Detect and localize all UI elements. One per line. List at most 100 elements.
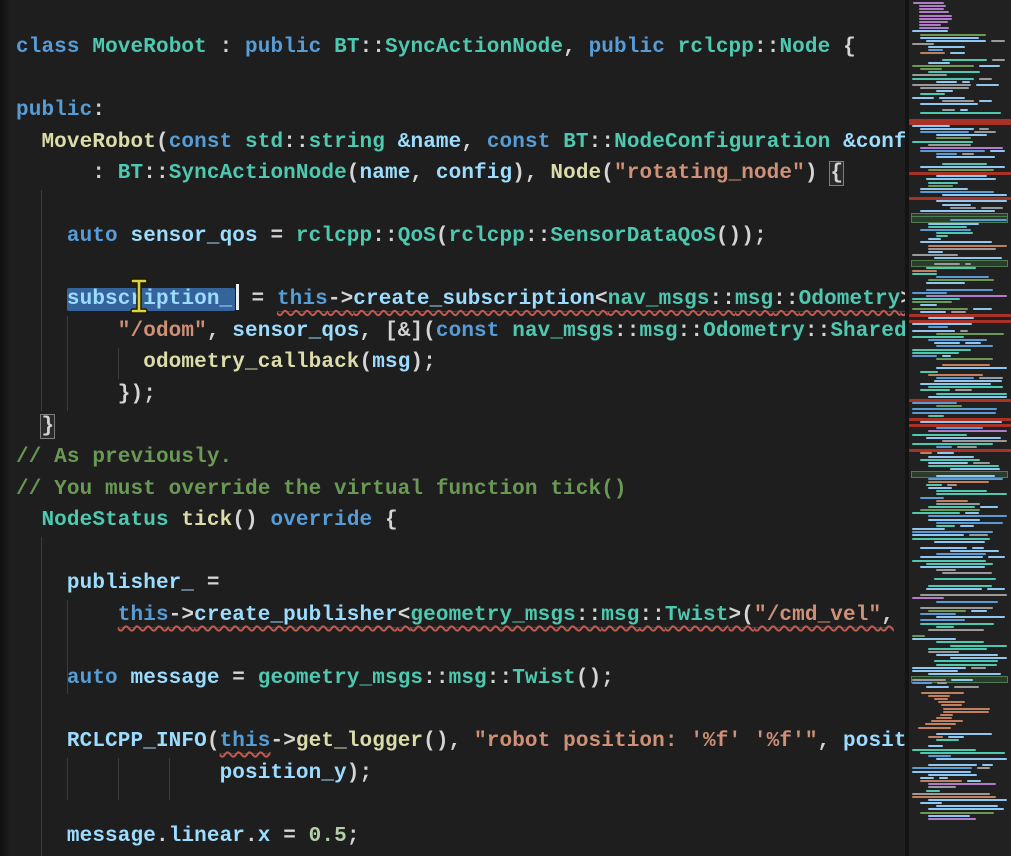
code-line[interactable]: auto message = geometry_msgs::msg::Twist… (16, 663, 905, 695)
minimap-line (913, 2, 944, 4)
code-line[interactable]: // As previously. (16, 442, 905, 474)
code-token: < (398, 604, 411, 628)
code-token: public (245, 36, 321, 59)
minimap-line (982, 764, 993, 766)
code-line[interactable]: subscription_ = this->create_subscriptio… (16, 284, 905, 316)
code-token: () (232, 509, 270, 532)
code-token: :: (805, 320, 830, 343)
minimap-line (936, 525, 955, 527)
code-line[interactable] (16, 631, 905, 663)
minimap-line (928, 651, 959, 653)
code-line[interactable] (16, 64, 905, 96)
minimap-line (912, 349, 971, 351)
code-token: message (67, 825, 156, 848)
minimap-line (920, 241, 992, 243)
code-line[interactable]: publisher_ = (16, 568, 905, 600)
code-token: -> (270, 730, 295, 753)
code-token: { (830, 162, 843, 185)
code-line[interactable]: class MoveRobot : public BT::SyncActionN… (16, 32, 905, 64)
code-line[interactable] (16, 253, 905, 285)
minimap-line (926, 282, 965, 284)
code-line[interactable]: RCLCPP_INFO(this->get_logger(), "robot p… (16, 726, 905, 758)
code-token: BT (563, 131, 588, 154)
minimap-line (926, 178, 996, 180)
minimap-line (912, 141, 973, 143)
code-token: NodeStatus (41, 509, 168, 532)
minimap-line (912, 679, 946, 681)
code-token: :: (372, 225, 397, 248)
minimap-line (934, 698, 949, 700)
code-line[interactable]: NodeStatus tick() override { (16, 505, 905, 537)
minimap-line (942, 572, 992, 574)
minimap-line (912, 412, 996, 414)
minimap-line (919, 11, 949, 13)
code-token: -> (328, 288, 353, 312)
minimap-line (934, 342, 960, 344)
minimap-line (941, 704, 961, 706)
code-token: Twist (665, 604, 729, 628)
minimap-line (920, 459, 980, 461)
code-line[interactable]: public: (16, 95, 905, 127)
code-token (16, 730, 67, 753)
code-line[interactable] (16, 537, 905, 569)
code-line[interactable] (16, 694, 905, 726)
minimap[interactable] (909, 0, 1011, 856)
minimap-line (928, 736, 943, 738)
minimap-line (928, 585, 992, 587)
code-line[interactable] (16, 190, 905, 222)
code-line[interactable]: : BT::SyncActionNode(name, config), Node… (16, 158, 905, 190)
minimap-line (928, 223, 979, 225)
minimap-line (937, 682, 947, 684)
minimap-line (962, 153, 974, 155)
code-line[interactable]: position_y); (16, 758, 905, 790)
code-line[interactable]: // You must override the virtual functio… (16, 474, 905, 506)
code-token: ( (360, 351, 373, 374)
minimap-line (936, 276, 989, 278)
code-token: position_y (220, 762, 347, 785)
minimap-line (977, 767, 989, 769)
minimap-line (919, 5, 946, 7)
code-line[interactable]: message.linear.x = 0.5; (16, 821, 905, 853)
minimap-line (990, 150, 1005, 152)
code-token: public (589, 36, 665, 59)
code-token: "rotating_node" (614, 162, 805, 185)
code-line[interactable]: this->create_publisher<geometry_msgs::ms… (16, 600, 905, 632)
code-token: public (16, 99, 92, 122)
code-token: "/odom" (118, 320, 207, 343)
minimap-line (936, 553, 986, 555)
minimap-line (912, 635, 925, 637)
code-line[interactable]: } (16, 411, 905, 443)
code-line[interactable]: MoveRobot(const std::string &name, const… (16, 127, 905, 159)
code-editor[interactable]: class MoveRobot : public BT::SyncActionN… (0, 0, 905, 856)
minimap-line (912, 538, 990, 540)
minimap-line (936, 664, 997, 666)
code-line[interactable]: }); (16, 379, 905, 411)
code-token: (); (576, 667, 614, 690)
code-token: >( (729, 604, 754, 628)
code-token (16, 288, 67, 311)
code-token: :: (283, 131, 308, 154)
minimap-line (971, 610, 986, 612)
code-token: :: (639, 604, 664, 628)
minimap-line (912, 443, 993, 445)
minimap-line (942, 364, 990, 366)
code-token: Odometry (799, 288, 901, 312)
minimap-line (973, 462, 990, 464)
code-line[interactable]: odometry_callback(msg); (16, 347, 905, 379)
minimap-line (939, 777, 948, 779)
minimap-line (912, 528, 945, 530)
code-token: :: (487, 667, 512, 690)
code-line[interactable]: "/odom", sensor_qos, [&](const nav_msgs:… (16, 316, 905, 348)
minimap-line (979, 377, 1002, 379)
minimap-line (912, 667, 966, 669)
code-token: :: (360, 36, 385, 59)
minimap-line (912, 560, 986, 562)
code-token: sensor_qos (232, 320, 359, 343)
code-token: rclcpp (678, 36, 754, 59)
code-line[interactable]: auto sensor_qos = rclcpp::QoS(rclcpp::Se… (16, 221, 905, 253)
minimap-line (926, 686, 949, 688)
minimap-line (928, 755, 951, 757)
code-line[interactable] (16, 789, 905, 821)
code-token: rclcpp (296, 225, 372, 248)
minimap-line (936, 500, 968, 502)
